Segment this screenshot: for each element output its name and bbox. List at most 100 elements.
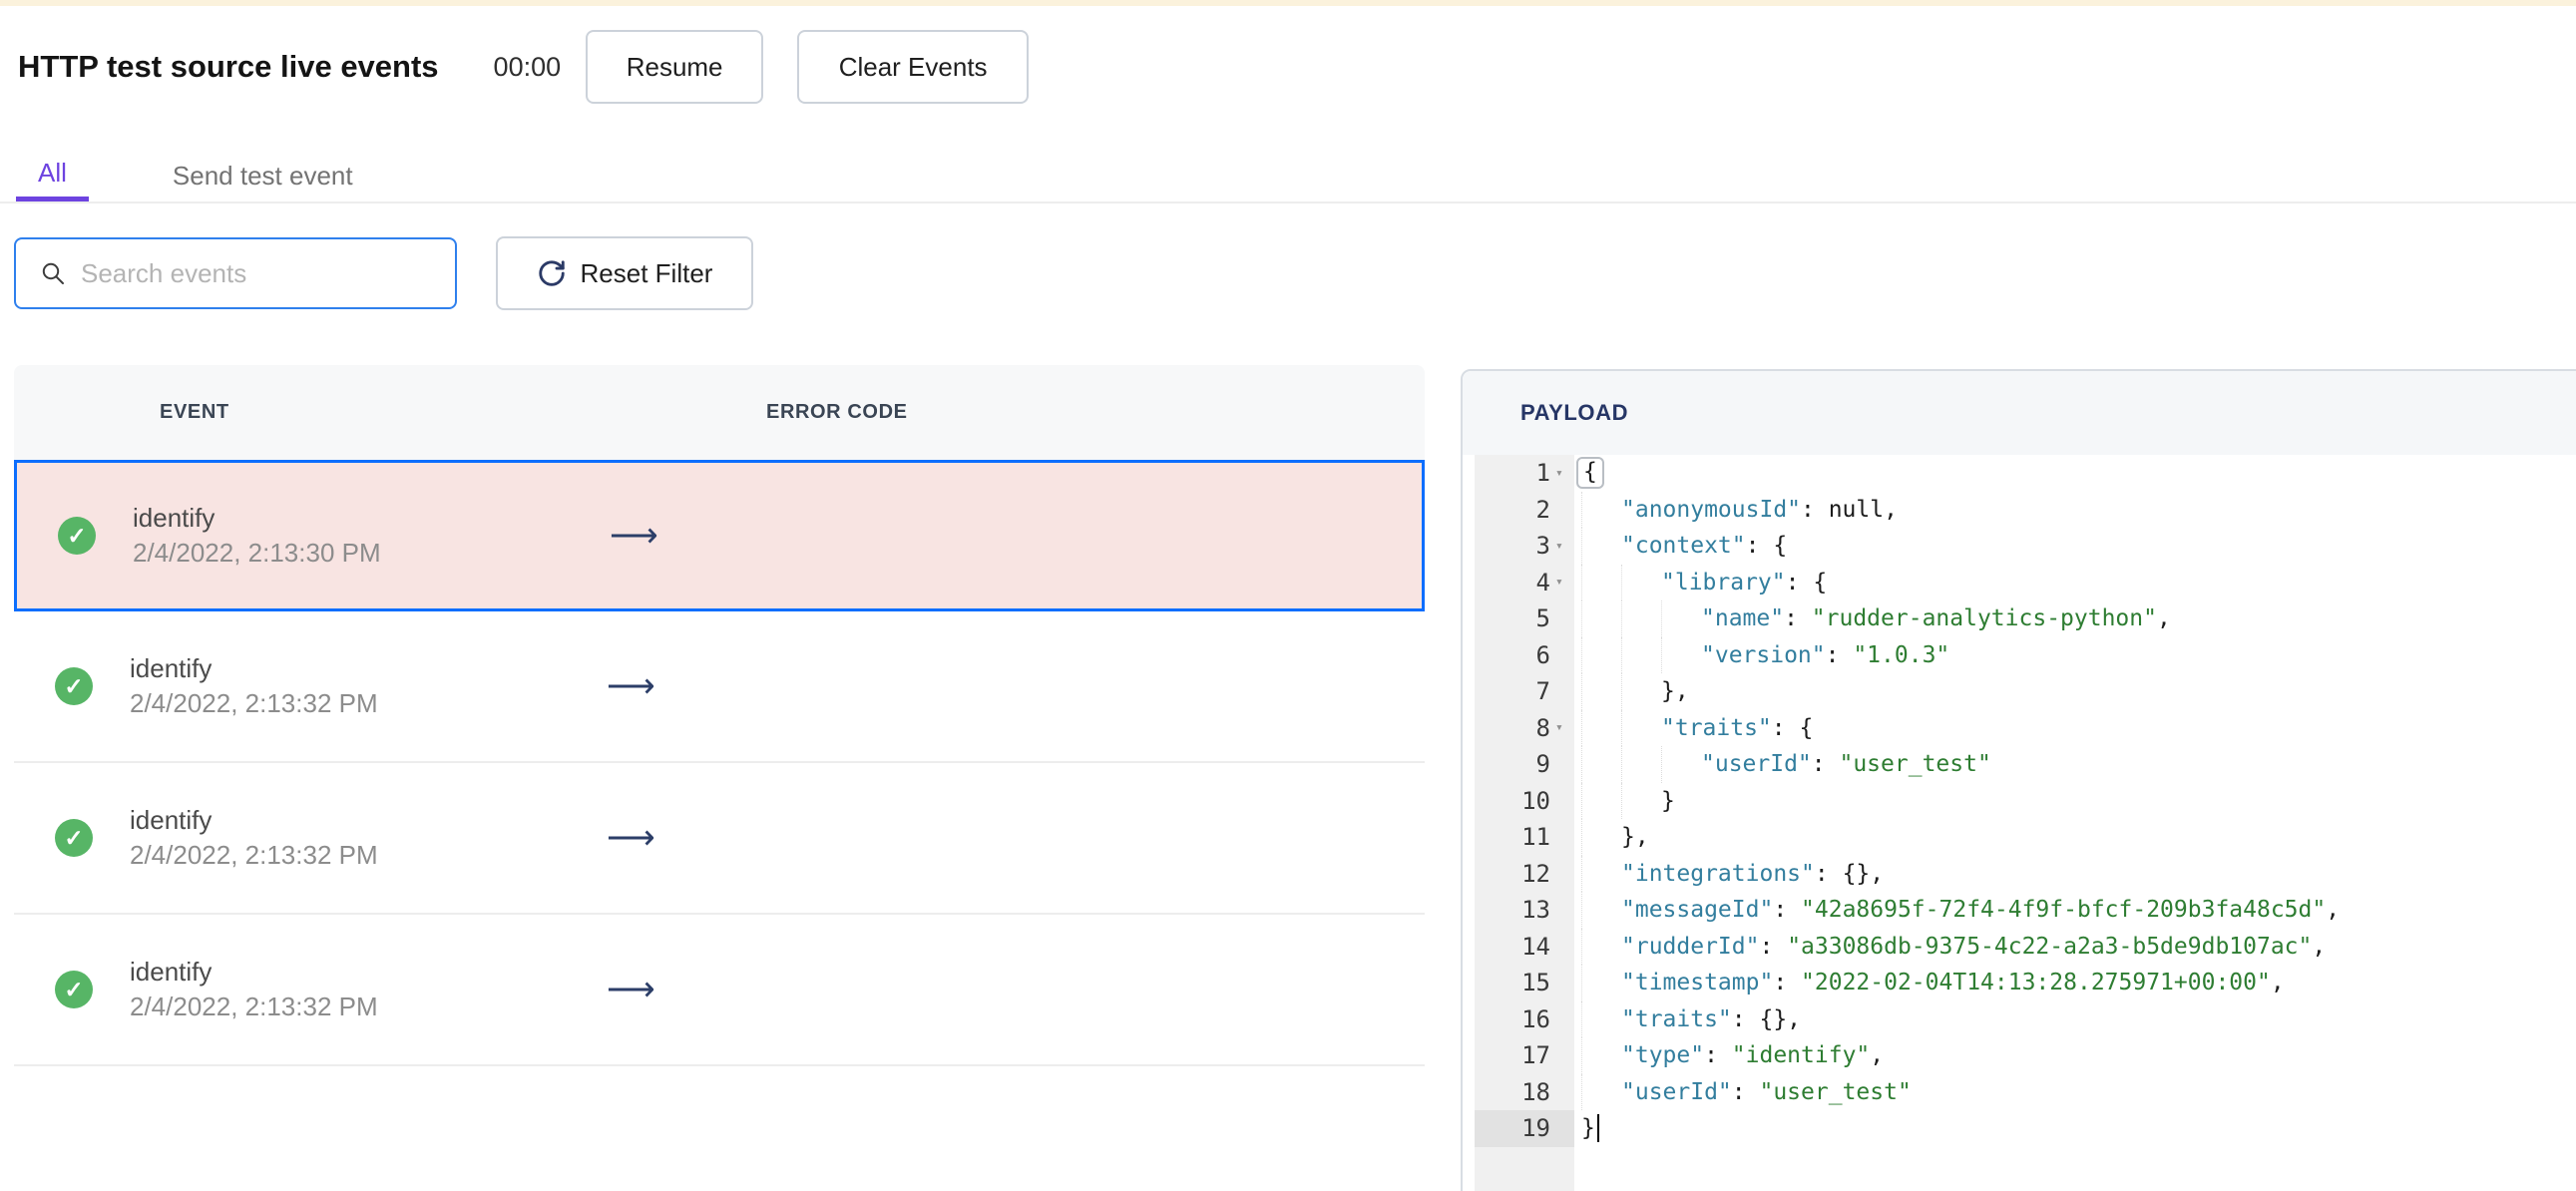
json-string: "2022-02-04T14:13:28.275971+00:00" (1801, 970, 2271, 996)
json-string: "42a8695f-72f4-4f9f-bfcf-209b3fa48c5d" (1801, 897, 2327, 924)
code-line: "anonymousId": null, (1581, 491, 2576, 528)
events-table-header: EVENT ERROR CODE (14, 365, 1425, 460)
line-number: 7 (1535, 677, 1550, 706)
fold-toggle-icon[interactable]: ▾ (1550, 575, 1574, 590)
indent-guide (1581, 673, 1621, 710)
payload-code-editor[interactable]: 1 ▾ 2 3 ▾ 4 ▾ 5 6 7 8 ▾ 9 10 11 12 13 14 15 16 17 18 19 {"anon… (1463, 455, 2576, 1191)
fold-toggle-icon[interactable]: ▾ (1550, 539, 1574, 554)
code-area: {"anonymousId": null, "context": {"librar… (1574, 455, 2576, 1191)
indent-guide (1581, 528, 1621, 565)
fold-toggle-icon[interactable]: ▾ (1550, 466, 1574, 481)
json-punctuation: , (2156, 605, 2171, 632)
event-timestamp: 2/4/2022, 2:13:32 PM (130, 992, 378, 1021)
tab-all[interactable]: All (16, 150, 89, 201)
json-punctuation: { (1576, 457, 1604, 490)
events-table-body: ✓ identify 2/4/2022, 2:13:30 PM ⟶ ✓ iden… (14, 460, 1425, 1066)
search-box[interactable] (14, 237, 457, 309)
line-number: 15 (1521, 969, 1550, 997)
indent-guide (1581, 1037, 1621, 1074)
indent-guide (1581, 600, 1621, 637)
json-key: "anonymousId" (1621, 496, 1802, 523)
indent-guide (1621, 673, 1661, 710)
json-key: "context" (1621, 533, 1746, 560)
line-number: 8 ▾ (1475, 710, 1574, 747)
payload-panel-header: PAYLOAD (1463, 371, 2576, 455)
line-number: 11 (1521, 823, 1550, 852)
code-line: }, (1581, 819, 2576, 856)
table-row[interactable]: ✓ identify 2/4/2022, 2:13:32 PM ⟶ (14, 763, 1425, 915)
code-line: "context": { (1581, 528, 2576, 565)
filter-row: Reset Filter (14, 236, 753, 310)
indent-guide (1621, 636, 1661, 673)
indent-guide (1621, 746, 1661, 783)
line-number: 3 ▾ (1475, 528, 1574, 565)
resume-button[interactable]: Resume (586, 30, 764, 104)
json-key: "type" (1621, 1042, 1705, 1069)
json-punctuation: : (1811, 751, 1840, 778)
reset-filter-button[interactable]: Reset Filter (496, 236, 753, 310)
json-key: "userId" (1701, 751, 1812, 778)
line-number: 16 (1521, 1004, 1550, 1033)
line-number: 14 (1521, 932, 1550, 961)
clear-events-button[interactable]: Clear Events (797, 30, 1030, 104)
event-timestamp: 2/4/2022, 2:13:32 PM (130, 688, 378, 718)
indent-guide (1581, 709, 1621, 746)
code-line: "name": "rudder-analytics-python", (1581, 600, 2576, 637)
event-name: identify (130, 653, 213, 683)
code-line: "timestamp": "2022-02-04T14:13:28.275971… (1581, 965, 2576, 1001)
indent-guide (1581, 1073, 1621, 1110)
table-row[interactable]: ✓ identify 2/4/2022, 2:13:32 PM ⟶ (14, 611, 1425, 763)
line-number: 4 ▾ (1475, 565, 1574, 601)
code-line: } (1581, 782, 2576, 819)
json-string: "user_test" (1839, 751, 1991, 778)
json-key: "rudderId" (1621, 933, 1760, 960)
line-number: 1 ▾ (1475, 455, 1574, 492)
view-payload-arrow-icon: ⟶ (610, 517, 658, 555)
json-punctuation: } (1581, 1115, 1595, 1142)
json-key: "name" (1701, 605, 1785, 632)
line-number: 19 (1475, 1110, 1574, 1147)
page-header: HTTP test source live events 00:00 Resum… (18, 30, 1030, 104)
text-cursor (1596, 1114, 1599, 1143)
json-punctuation: , (2270, 970, 2285, 996)
indent-guide (1581, 746, 1621, 783)
json-punctuation: : {}, (1731, 1005, 1802, 1032)
code-line: "type": "identify", (1581, 1037, 2576, 1074)
indent-guide (1581, 855, 1621, 892)
search-input[interactable] (79, 256, 428, 290)
line-number-gutter: 1 ▾ 2 3 ▾ 4 ▾ 5 6 7 8 ▾ 9 10 11 12 13 14 15 16 17 18 19 (1475, 455, 1574, 1191)
json-punctuation: : { (1771, 714, 1814, 741)
view-payload-arrow-icon: ⟶ (607, 667, 655, 705)
json-string: "user_test" (1759, 1078, 1912, 1105)
json-key: "traits" (1661, 714, 1772, 741)
json-key: "version" (1701, 641, 1826, 668)
event-cell: identify 2/4/2022, 2:13:32 PM (130, 803, 378, 873)
code-line: { (1576, 455, 2576, 492)
code-line: "traits": {}, (1581, 1000, 2576, 1037)
json-punctuation: , (2312, 933, 2327, 960)
json-punctuation: : { (1785, 569, 1828, 596)
line-number: 10 (1521, 786, 1550, 815)
tab-send-test-event[interactable]: Send test event (173, 150, 353, 201)
indent-guide (1581, 1000, 1621, 1037)
view-payload-arrow-icon: ⟶ (607, 971, 655, 1008)
json-punctuation: : (1773, 897, 1802, 924)
event-cell: identify 2/4/2022, 2:13:30 PM (133, 501, 381, 571)
indent-guide (1581, 892, 1621, 929)
json-punctuation: }, (1661, 678, 1689, 705)
json-punctuation: : { (1745, 533, 1788, 560)
code-line: "rudderId": "a33086db-9375-4c22-a2a3-b5d… (1581, 928, 2576, 965)
timer-value: 00:00 (493, 51, 562, 82)
code-line: "version": "1.0.3" (1581, 636, 2576, 673)
fold-toggle-icon[interactable]: ▾ (1550, 720, 1574, 735)
line-number: 12 (1521, 859, 1550, 888)
table-row[interactable]: ✓ identify 2/4/2022, 2:13:32 PM ⟶ (14, 915, 1425, 1066)
indent-guide (1581, 491, 1621, 528)
json-punctuation: }, (1621, 824, 1649, 851)
indent-guide (1621, 564, 1661, 600)
line-number: 5 (1535, 604, 1550, 633)
json-key: "userId" (1621, 1078, 1732, 1105)
code-line: "userId": "user_test" (1581, 746, 2576, 783)
json-punctuation: : (1784, 605, 1812, 632)
table-row[interactable]: ✓ identify 2/4/2022, 2:13:30 PM ⟶ (14, 460, 1425, 611)
